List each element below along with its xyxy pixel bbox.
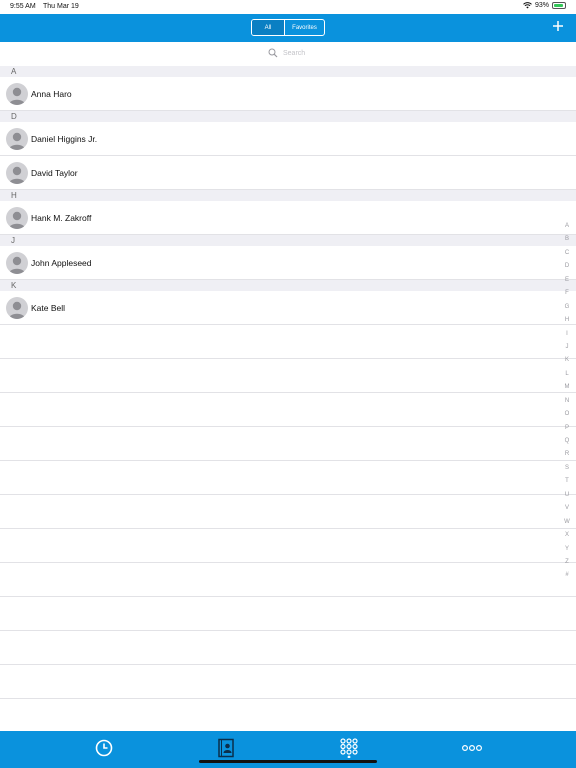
- index-letter[interactable]: B: [563, 233, 571, 246]
- search-field[interactable]: Search: [268, 48, 305, 58]
- section-index[interactable]: A B C D E F G H I J K L M N O P Q R S T U V W X Y Z #: [563, 220, 571, 583]
- index-letter[interactable]: F: [563, 287, 571, 300]
- index-letter[interactable]: O: [563, 408, 571, 421]
- index-letter[interactable]: J: [563, 341, 571, 354]
- status-right-group: 93%: [523, 2, 566, 9]
- index-letter[interactable]: S: [563, 462, 571, 475]
- index-letter[interactable]: C: [563, 247, 571, 260]
- index-letter[interactable]: V: [563, 502, 571, 515]
- index-letter[interactable]: A: [563, 220, 571, 233]
- segment-favorites[interactable]: Favorites: [285, 20, 324, 35]
- index-letter[interactable]: G: [563, 301, 571, 314]
- home-indicator[interactable]: [199, 760, 377, 763]
- index-letter[interactable]: Z: [563, 556, 571, 569]
- empty-row: [0, 393, 576, 427]
- status-time: 9:55 AM: [10, 3, 36, 10]
- index-letter[interactable]: T: [563, 475, 571, 488]
- contact-row[interactable]: Anna Haro: [0, 77, 576, 111]
- empty-row: [0, 461, 576, 495]
- empty-row: [0, 631, 576, 665]
- index-letter[interactable]: D: [563, 260, 571, 273]
- index-letter[interactable]: Q: [563, 435, 571, 448]
- section-header-h: H: [0, 190, 576, 201]
- index-letter[interactable]: L: [563, 368, 571, 381]
- empty-row: [0, 495, 576, 529]
- avatar: [6, 252, 28, 274]
- contacts-book-icon: [218, 738, 234, 758]
- index-letter[interactable]: P: [563, 422, 571, 435]
- index-letter[interactable]: U: [563, 489, 571, 502]
- more-icon: [461, 744, 483, 752]
- section-header-k: K: [0, 280, 576, 291]
- wifi-icon: [523, 2, 532, 9]
- battery-icon: [552, 2, 566, 9]
- contact-name: Anna Haro: [31, 89, 72, 99]
- tab-contacts[interactable]: [214, 736, 238, 760]
- empty-row: [0, 427, 576, 461]
- contact-row[interactable]: Daniel Higgins Jr.: [0, 122, 576, 156]
- status-bar: 9:55 AM Thu Mar 19 93%: [0, 0, 576, 14]
- contact-name: Kate Bell: [31, 303, 66, 313]
- index-letter[interactable]: N: [563, 395, 571, 408]
- search-placeholder: Search: [283, 49, 306, 57]
- battery-percent: 93%: [534, 2, 549, 9]
- top-navigation-bar: All Favorites: [0, 14, 576, 42]
- contacts-list: A Anna Haro D Daniel Higgins Jr. David T…: [0, 66, 576, 733]
- contact-row[interactable]: John Appleseed: [0, 246, 576, 280]
- empty-row: [0, 325, 576, 359]
- section-header-j: J: [0, 235, 576, 246]
- index-letter[interactable]: R: [563, 448, 571, 461]
- section-header-d: D: [0, 111, 576, 122]
- empty-row: [0, 597, 576, 631]
- search-bar[interactable]: Search: [0, 42, 576, 66]
- plus-icon[interactable]: [550, 18, 566, 34]
- section-header-a: A: [0, 66, 576, 77]
- tab-more[interactable]: [460, 736, 484, 760]
- empty-row: [0, 699, 576, 733]
- index-letter[interactable]: E: [563, 274, 571, 287]
- empty-row: [0, 359, 576, 393]
- contact-row[interactable]: Hank M. Zakroff: [0, 201, 576, 235]
- index-letter[interactable]: M: [563, 381, 571, 394]
- index-letter[interactable]: I: [563, 328, 571, 341]
- contact-name: David Taylor: [31, 168, 78, 178]
- tab-recents[interactable]: [92, 736, 116, 760]
- contact-row[interactable]: David Taylor: [0, 156, 576, 190]
- search-icon: [268, 48, 278, 58]
- status-date: Thu Mar 19: [43, 3, 79, 10]
- tab-keypad[interactable]: [337, 736, 361, 760]
- contact-name: Hank M. Zakroff: [31, 213, 92, 223]
- contact-name: John Appleseed: [31, 258, 92, 268]
- avatar: [6, 162, 28, 184]
- index-letter[interactable]: H: [563, 314, 571, 327]
- index-letter[interactable]: K: [563, 354, 571, 367]
- segmented-control: All Favorites: [251, 19, 325, 36]
- avatar: [6, 297, 28, 319]
- keypad-icon: [340, 738, 358, 758]
- index-letter[interactable]: X: [563, 529, 571, 542]
- empty-row: [0, 529, 576, 563]
- index-letter[interactable]: Y: [563, 543, 571, 556]
- contact-name: Daniel Higgins Jr.: [31, 134, 98, 144]
- segment-all[interactable]: All: [252, 20, 285, 35]
- index-letter[interactable]: W: [563, 516, 571, 529]
- clock-icon: [95, 739, 113, 757]
- index-letter[interactable]: #: [563, 569, 571, 582]
- avatar: [6, 207, 28, 229]
- contact-row[interactable]: Kate Bell: [0, 291, 576, 325]
- empty-row: [0, 665, 576, 699]
- avatar: [6, 128, 28, 150]
- avatar: [6, 83, 28, 105]
- empty-row: [0, 563, 576, 597]
